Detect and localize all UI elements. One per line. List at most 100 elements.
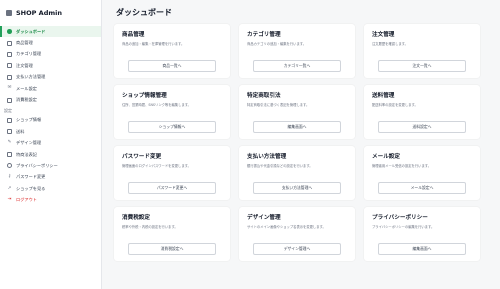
tax-settings-button[interactable]: 消費税設定へ xyxy=(128,243,216,255)
card-description: 住所、営業時間、SNSリンク等を編集します。 xyxy=(122,103,191,107)
sidebar-item-privacy[interactable]: プライバシーポリシー xyxy=(0,160,101,171)
sidebar-item-payments[interactable]: 支払い方法管理 xyxy=(0,72,101,83)
sidebar-item-label: ショップを見る xyxy=(16,185,46,191)
card-description: 管理画面のログインパスワードを変更します。 xyxy=(122,164,191,168)
logo-icon xyxy=(6,10,12,16)
sidebar-item-tax[interactable]: 消費税設定 xyxy=(0,94,101,105)
dashboard-card-grid: 商品管理 商品の追加・編集・在庫管理を行います。 商品一覧へ カテゴリ管理 商品… xyxy=(114,24,480,261)
card-title: デザイン管理 xyxy=(247,215,281,221)
categories-list-button[interactable]: カテゴリ一覧へ xyxy=(253,60,341,72)
card-title: 特定商取引法 xyxy=(247,93,281,99)
products-list-button[interactable]: 商品一覧へ xyxy=(128,60,216,72)
sidebar-item-dashboard[interactable]: ダッシュボード xyxy=(0,26,101,38)
sidebar-item-label: メール設定 xyxy=(16,85,37,91)
legal-edit-button[interactable]: 編集画面へ xyxy=(253,121,341,133)
sidebar-item-shipping[interactable]: 送料 xyxy=(0,126,101,137)
sidebar-item-password[interactable]: ⚷ パスワード変更 xyxy=(0,172,101,183)
mail-settings-button[interactable]: メール設定へ xyxy=(378,182,466,194)
sidebar-item-categories[interactable]: カテゴリ管理 xyxy=(0,49,101,60)
shipping-settings-button[interactable]: 送料設定へ xyxy=(378,121,466,133)
card-title: 注文管理 xyxy=(372,32,395,38)
card-payments: 支払い方法管理 銀行振込や代金引換などの設定を行います。 支払い方法管理へ xyxy=(239,146,355,200)
card-description: 商品の追加・編集・在庫管理を行います。 xyxy=(122,42,185,46)
orders-list-button[interactable]: 注文一覧へ xyxy=(378,60,466,72)
sidebar-item-shop-info[interactable]: ショップ情報 xyxy=(0,115,101,126)
shield-icon xyxy=(7,163,12,169)
shop-info-button[interactable]: ショップ情報へ xyxy=(128,121,216,133)
payments-manage-button[interactable]: 支払い方法管理へ xyxy=(253,182,341,194)
sidebar-item-label: 注文管理 xyxy=(16,62,33,68)
card-description: 税率や外税・内税の設定を行います。 xyxy=(122,225,178,229)
card-mail: メール設定 管理者用メール受信の設定を行います。 メール設定へ xyxy=(364,146,480,200)
card-description: 特定商取引法に基づく表記を管理します。 xyxy=(247,103,310,107)
card-shop-info: ショップ情報管理 住所、営業時間、SNSリンク等を編集します。 ショップ情報へ xyxy=(114,85,230,139)
sidebar: SHOP Admin ダッシュボード 商品管理 カテゴリ管理 注文管理 支払い方… xyxy=(0,0,102,289)
card-title: パスワード変更 xyxy=(122,154,162,160)
brush-icon: ✎ xyxy=(7,139,12,145)
sidebar-item-legal[interactable]: 特商法表記 xyxy=(0,149,101,160)
sidebar-item-label: 商品管理 xyxy=(16,40,33,46)
sidebar-nav: ダッシュボード 商品管理 カテゴリ管理 注文管理 支払い方法管理 ✉ メール設定… xyxy=(0,26,101,106)
card-title: 消費税設定 xyxy=(122,215,150,221)
card-title: プライバシーポリシー xyxy=(372,215,428,221)
sidebar-item-label: ショップ情報 xyxy=(16,117,42,123)
card-tax: 消費税設定 税率や外税・内税の設定を行います。 消費税設定へ xyxy=(114,207,230,261)
main-content: ダッシュボード 商品管理 商品の追加・編集・在庫管理を行います。 商品一覧へ カ… xyxy=(102,0,500,289)
card-orders: 注文管理 注文履歴を確認します。 注文一覧へ xyxy=(364,24,480,78)
tag-icon xyxy=(7,51,12,57)
sidebar-item-label: カテゴリ管理 xyxy=(16,51,42,57)
key-icon: ⚷ xyxy=(7,174,12,180)
sidebar-item-label: パスワード変更 xyxy=(16,174,46,180)
box-icon xyxy=(7,40,12,46)
sidebar-item-design[interactable]: ✎ デザイン管理 xyxy=(0,138,101,149)
mail-icon: ✉ xyxy=(7,85,12,91)
brand[interactable]: SHOP Admin xyxy=(0,0,101,26)
sidebar-item-label: デザイン管理 xyxy=(16,140,42,146)
password-change-button[interactable]: パスワード変更へ xyxy=(128,182,216,194)
card-title: 商品管理 xyxy=(122,32,145,38)
app-title: SHOP Admin xyxy=(16,9,62,17)
card-title: ショップ情報管理 xyxy=(122,93,167,99)
card-privacy: プライバシーポリシー プライバシーポリシーの編集を行います。 編集画面へ xyxy=(364,207,480,261)
dashboard-icon xyxy=(7,29,12,34)
sidebar-item-label: ダッシュボード xyxy=(16,28,46,34)
card-description: 配送料率の設定を変更します。 xyxy=(372,103,418,107)
sidebar-item-mail[interactable]: ✉ メール設定 xyxy=(0,83,101,94)
card-description: 管理者用メール受信の設定を行います。 xyxy=(372,164,432,168)
card-title: カテゴリ管理 xyxy=(247,32,281,38)
card-title: 支払い方法管理 xyxy=(247,154,287,160)
card-description: サイトのメイン画像やショップ名表示を変更します。 xyxy=(247,225,326,229)
cart-icon xyxy=(7,63,12,69)
document-icon xyxy=(7,152,12,158)
sidebar-item-products[interactable]: 商品管理 xyxy=(0,37,101,48)
privacy-edit-button[interactable]: 編集画面へ xyxy=(378,243,466,255)
card-legal: 特定商取引法 特定商取引法に基づく表記を管理します。 編集画面へ xyxy=(239,85,355,139)
sidebar-section-settings: 設定 xyxy=(4,107,12,113)
tax-icon xyxy=(7,97,12,103)
sidebar-item-label: プライバシーポリシー xyxy=(16,162,58,168)
sidebar-item-label: 消費税設定 xyxy=(16,97,37,103)
sidebar-item-view-shop[interactable]: ↗ ショップを見る xyxy=(0,183,101,194)
card-description: プライバシーポリシーの編集を行います。 xyxy=(372,225,435,229)
page-title: ダッシュボード xyxy=(116,8,172,17)
sidebar-item-label: ログアウト xyxy=(16,197,37,203)
sidebar-settings-nav: ショップ情報 送料 ✎ デザイン管理 特商法表記 プライバシーポリシー ⚷ パス… xyxy=(0,115,101,206)
card-password: パスワード変更 管理画面のログインパスワードを変更します。 パスワード変更へ xyxy=(114,146,230,200)
external-link-icon: ↗ xyxy=(7,185,12,191)
store-icon xyxy=(7,117,12,123)
sidebar-item-label: 支払い方法管理 xyxy=(16,74,46,80)
logout-icon: ⇥ xyxy=(7,196,12,202)
sidebar-item-logout[interactable]: ⇥ ログアウト xyxy=(0,194,101,205)
card-description: 注文履歴を確認します。 xyxy=(372,42,408,46)
card-title: 送料管理 xyxy=(372,93,395,99)
card-description: 銀行振込や代金引換などの設定を行います。 xyxy=(247,164,313,168)
card-products: 商品管理 商品の追加・編集・在庫管理を行います。 商品一覧へ xyxy=(114,24,230,78)
card-description: 商品カテゴリの追加・編集を行います。 xyxy=(247,42,307,46)
sidebar-item-orders[interactable]: 注文管理 xyxy=(0,60,101,71)
card-categories: カテゴリ管理 商品カテゴリの追加・編集を行います。 カテゴリ一覧へ xyxy=(239,24,355,78)
sidebar-item-label: 特商法表記 xyxy=(16,151,37,157)
card-title: メール設定 xyxy=(372,154,400,160)
card-design: デザイン管理 サイトのメイン画像やショップ名表示を変更します。 デザイン管理へ xyxy=(239,207,355,261)
credit-card-icon xyxy=(7,74,12,80)
design-manage-button[interactable]: デザイン管理へ xyxy=(253,243,341,255)
